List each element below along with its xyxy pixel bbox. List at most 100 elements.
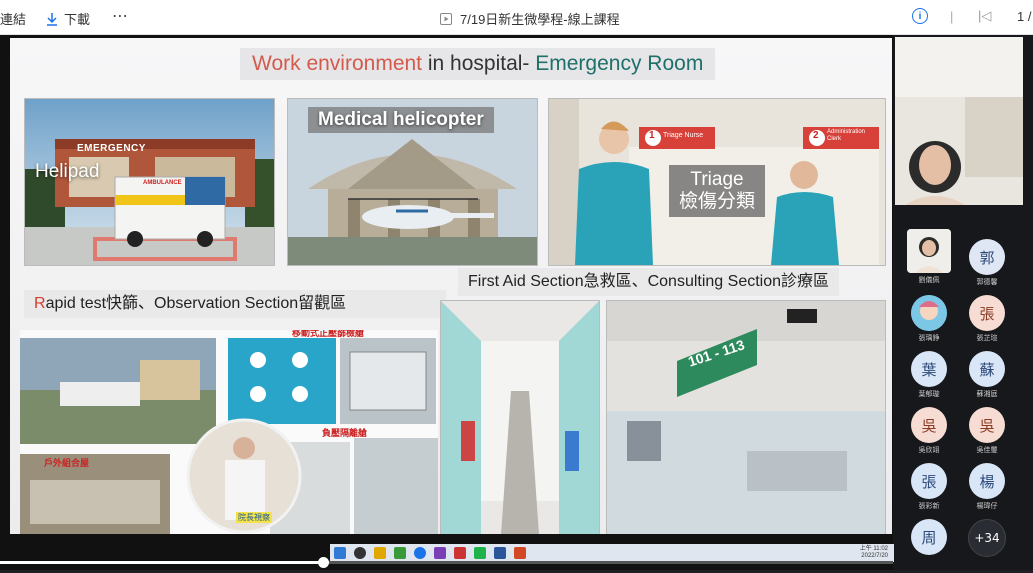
participant-tile[interactable]: 蘇 蘇湘庭 <box>957 347 1017 405</box>
avatar: 葉 <box>911 351 947 387</box>
document-title-text: 7/19日新生微學程-線上課程 <box>460 12 620 27</box>
more-options-button[interactable]: ⋯ <box>112 6 129 26</box>
helicopter-label: Medical helicopter <box>308 107 494 133</box>
director-caption: 院長視察 <box>236 512 272 523</box>
participant-tile[interactable]: 楊 楊瑋仔 <box>957 459 1017 517</box>
rapid-test-label: Rapid test快篩、Observation Section留觀區 <box>24 290 446 318</box>
participant-tile[interactable]: 周 <box>899 515 959 573</box>
line-icon <box>474 547 486 559</box>
avatar: 周 <box>911 519 947 555</box>
mobile-booth-label: 移動式正壓篩檢艙 <box>292 330 365 338</box>
negative-booth-label: 負壓隔離艙 <box>322 428 368 438</box>
consulting-photo: 101 - 113 <box>606 300 886 534</box>
first-aid-scene <box>441 301 599 534</box>
avatar <box>911 295 947 331</box>
taskbar-time: 上午 11:02 <box>859 546 888 552</box>
first-aid-photo <box>440 300 600 534</box>
participant-tile[interactable]: 張 張彩新 <box>899 459 959 517</box>
copy-link-button[interactable]: 連結 <box>0 9 26 28</box>
slide-title-part3: Emergency Room <box>535 52 704 75</box>
participant-tile[interactable]: 葉 葉郁璇 <box>899 347 959 405</box>
avatar: 吳 <box>969 407 1005 443</box>
triage-photo: 1 Triage Nurse 2 Administration Clerk Tr… <box>548 98 886 266</box>
windows-start-icon <box>334 547 346 559</box>
slide: Work environment in hospital- Emergency … <box>10 38 892 534</box>
browser-icon <box>414 547 426 559</box>
slide-title-part2: in hospital- <box>422 52 536 75</box>
avatar: 郭 <box>969 239 1005 275</box>
participant-name: 吳佳璽 <box>976 447 998 454</box>
app-icon <box>494 547 506 559</box>
copy-link-label: 連結 <box>0 12 27 27</box>
viewer-toolbar: 連結 下載 ⋯ 7/19日新生微學程-線上課程 i | |◁ 1 / <box>0 0 1033 35</box>
participant-tile[interactable]: 吳 吳欣翊 <box>899 403 959 461</box>
avatar-cartoon <box>911 295 947 331</box>
avatar: 張 <box>969 295 1005 331</box>
ambulance-sign: AMBULANCE <box>143 180 182 186</box>
first-aid-label: First Aid Section急救區、Consulting Section診… <box>458 268 840 296</box>
helicopter-photo: Medical helicopter <box>287 98 538 266</box>
taskbar-clock: 上午 11:02 2022/7/20 <box>860 546 888 560</box>
app-icon <box>434 547 446 559</box>
participant-name: 張彩新 <box>918 503 940 510</box>
slide-title: Work environment in hospital- Emergency … <box>240 48 716 80</box>
avatar: 張 <box>911 463 947 499</box>
participant-name: 葉郁璇 <box>918 391 940 398</box>
download-button[interactable]: 下載 <box>46 9 90 28</box>
participant-tile[interactable]: 吳 吳佳璽 <box>957 403 1017 461</box>
admin-clerk-sign: Administration Clerk <box>827 129 866 142</box>
app-icon <box>514 547 526 559</box>
first-page-icon[interactable]: |◁ <box>978 8 991 24</box>
video-file-icon <box>440 12 452 25</box>
participant-tile[interactable]: 張瑀錚 <box>899 291 959 349</box>
participants-panel: 劉儀佩 郭 郭德馨 張瑀錚 張 張芷瑄 葉 葉郁璇 蘇 蘇湘庭 吳 吳欣翊 吳 … <box>893 35 1033 570</box>
progress-handle[interactable] <box>318 557 329 568</box>
app-icon <box>454 547 466 559</box>
rapid-test-label-rest: apid test快篩、Observation Section留觀區 <box>45 295 347 312</box>
app-icon <box>374 547 386 559</box>
page-indicator: 1 / <box>1017 9 1032 24</box>
participant-tile[interactable]: 郭 郭德馨 <box>957 235 1017 293</box>
outdoor-house-label: 戶外組合屋 <box>44 458 90 468</box>
avatar <box>907 229 951 273</box>
toolbar-divider: | <box>950 9 954 24</box>
participant-name: 郭德馨 <box>976 279 998 286</box>
triage-label-zh: 檢傷分類 <box>679 191 756 212</box>
triage-label-en: Triage <box>690 169 744 190</box>
speaker-video-frame <box>895 37 1023 205</box>
more-participants-button[interactable]: +34 <box>957 515 1017 573</box>
emergency-sign: EMERGENCY <box>77 143 146 154</box>
helipad-photo: EMERGENCY AMBULANCE Helipad <box>24 98 275 266</box>
app-icon <box>394 547 406 559</box>
helipad-label: Helipad <box>35 161 100 182</box>
rapid-test-r: R <box>34 295 46 312</box>
participant-name: 張芷瑄 <box>976 335 998 342</box>
triage-sign-1: 1 <box>649 130 655 141</box>
progress-fill <box>0 561 323 564</box>
slide-title-part1: Work environment <box>252 52 423 75</box>
participant-name: 張瑀錚 <box>918 335 940 342</box>
participant-tile[interactable]: 張 張芷瑄 <box>957 291 1017 349</box>
taskbar-date: 2022/7/20 <box>861 553 888 559</box>
triage-nurse-sign: Triage Nurse <box>663 132 704 139</box>
more-participants-count: +34 <box>968 519 1006 557</box>
triage-sign-2: 2 <box>813 130 819 141</box>
download-icon <box>47 12 57 26</box>
avatar: 吳 <box>911 407 947 443</box>
triage-label: Triage 檢傷分類 <box>669 165 766 217</box>
participant-tile[interactable]: 劉儀佩 <box>899 225 959 284</box>
rapid-test-scene <box>20 338 438 534</box>
participant-name: 楊瑋仔 <box>976 503 998 510</box>
rapid-test-collage: 移動式正壓篩檢艙 負壓隔離艙 戶外組合屋 院長視察 <box>20 330 438 534</box>
search-icon <box>354 547 366 559</box>
participant-name: 劉儀佩 <box>918 277 940 284</box>
participant-name: 蘇湘庭 <box>976 391 998 398</box>
avatar-photo <box>907 229 951 273</box>
avatar: 蘇 <box>969 351 1005 387</box>
download-label: 下載 <box>64 12 91 27</box>
consulting-scene <box>607 301 885 534</box>
recorded-taskbar: 上午 11:02 2022/7/20 <box>330 544 894 562</box>
speaker-video[interactable] <box>895 37 1023 205</box>
avatar: 楊 <box>969 463 1005 499</box>
info-icon[interactable]: i <box>912 8 928 24</box>
